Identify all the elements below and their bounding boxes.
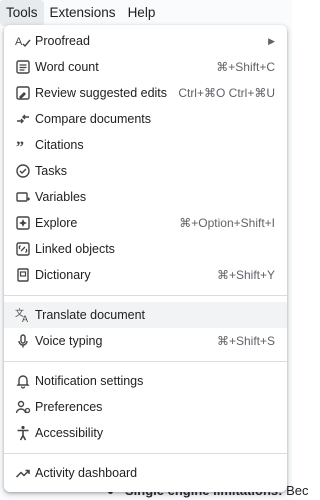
trending-icon [15, 465, 31, 481]
variables-icon [15, 189, 31, 205]
proofread-icon: A [15, 33, 31, 49]
menu-item-accessibility[interactable]: Accessibility [4, 420, 287, 446]
menu-item-activity-dashboard[interactable]: Activity dashboard [4, 460, 287, 486]
microphone-icon [15, 333, 31, 349]
menu-help[interactable]: Help [122, 0, 162, 26]
menu-separator [4, 361, 287, 362]
svg-text:”: ” [16, 139, 24, 153]
menu-item-variables[interactable]: Variables [4, 184, 287, 210]
menu-separator [4, 453, 287, 454]
menu-item-explore[interactable]: Explore ⌘+Option+Shift+I [4, 210, 287, 236]
menu-item-preferences[interactable]: Preferences [4, 394, 287, 420]
menu-item-translate-document[interactable]: 文A Translate document [4, 302, 287, 328]
menu-item-voice-typing[interactable]: Voice typing ⌘+Shift+S [4, 328, 287, 354]
accessibility-icon [15, 425, 31, 441]
svg-text:A: A [15, 36, 23, 48]
menu-item-linked-objects[interactable]: Linked objects [4, 236, 287, 262]
menu-extensions[interactable]: Extensions [44, 0, 122, 26]
preferences-icon [15, 399, 31, 415]
menu-item-citations[interactable]: ” Citations [4, 132, 287, 158]
tools-dropdown-menu: A Proofread ▶ Word count ⌘+Shift+C Revie… [4, 25, 287, 492]
menu-item-notification-settings[interactable]: Notification settings [4, 368, 287, 394]
explore-icon [15, 215, 31, 231]
quote-icon: ” [15, 137, 31, 153]
svg-text:A: A [22, 314, 28, 323]
translate-icon: 文A [15, 307, 31, 323]
menu-item-word-count[interactable]: Word count ⌘+Shift+C [4, 54, 287, 80]
menu-tools[interactable]: Tools [0, 0, 44, 26]
menu-item-proofread[interactable]: A Proofread ▶ [4, 28, 287, 54]
menu-item-compare-documents[interactable]: Compare documents [4, 106, 287, 132]
bell-icon [15, 373, 31, 389]
menubar: Tools Extensions Help [0, 0, 292, 26]
tasks-check-icon [15, 163, 31, 179]
menu-separator [4, 295, 287, 296]
menu-item-review-suggested-edits[interactable]: Review suggested edits Ctrl+⌘O Ctrl+⌘U [4, 80, 287, 106]
submenu-arrow-icon: ▶ [268, 35, 275, 46]
review-edits-icon [15, 85, 31, 101]
menu-item-tasks[interactable]: Tasks [4, 158, 287, 184]
dictionary-icon [15, 267, 31, 283]
linked-objects-icon [15, 241, 31, 257]
compare-icon [15, 111, 31, 127]
word-count-icon [15, 59, 31, 75]
menu-item-dictionary[interactable]: Dictionary ⌘+Shift+Y [4, 262, 287, 288]
